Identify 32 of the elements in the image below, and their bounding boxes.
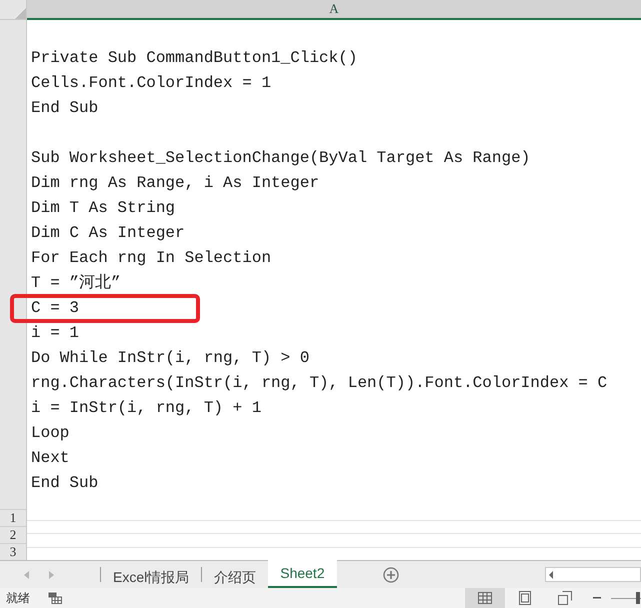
code-line: rng.Characters(InStr(i, rng, T), Len(T)).Font.ColorIndex = C	[31, 372, 608, 394]
row-header[interactable]: 2	[0, 526, 26, 543]
code-line: i = 1	[31, 322, 80, 344]
code-line: Dim rng As Range, i As Integer	[31, 172, 320, 194]
page-icon	[519, 591, 531, 605]
normal-view-button[interactable]	[465, 588, 505, 608]
grid-icon	[478, 592, 492, 604]
code-line: Do While InStr(i, rng, T) > 0	[31, 348, 310, 368]
zoom-slider[interactable]	[611, 591, 641, 605]
code-line: i = InStr(i, rng, T) + 1	[31, 398, 262, 418]
add-sheet-icon[interactable]	[382, 566, 399, 582]
sheet-tab[interactable]: Excel情报局	[100, 567, 202, 582]
code-line: Dim T As String	[31, 198, 176, 218]
code-line: Next	[31, 448, 70, 468]
slider-thumb[interactable]	[636, 592, 640, 604]
macro-record-icon[interactable]	[48, 592, 62, 604]
code-line: Cells.Font.ColorIndex = 1	[31, 72, 272, 94]
row-header[interactable]: 1	[0, 509, 26, 526]
code-line: Dim C As Integer	[31, 222, 185, 244]
code-line: Sub Worksheet_SelectionChange(ByVal Target As Range)	[31, 148, 530, 168]
code-line: Private Sub CommandButton1_Click()	[31, 48, 358, 68]
code-line: End Sub	[31, 472, 98, 494]
code-line: T = ”河北”	[31, 272, 121, 294]
page-break-icon	[558, 591, 572, 605]
status-text: 就绪	[5, 590, 30, 607]
code-line: C = 3	[31, 298, 80, 318]
column-header[interactable]: A	[27, 0, 641, 20]
code-line: End Sub	[31, 98, 98, 118]
horizontal-scrollbar[interactable]	[545, 567, 641, 582]
code-line: For Each rng In Selection	[31, 248, 272, 268]
code-line: Loop	[31, 422, 70, 444]
sheet-tab[interactable]: Sheet2	[268, 560, 337, 588]
